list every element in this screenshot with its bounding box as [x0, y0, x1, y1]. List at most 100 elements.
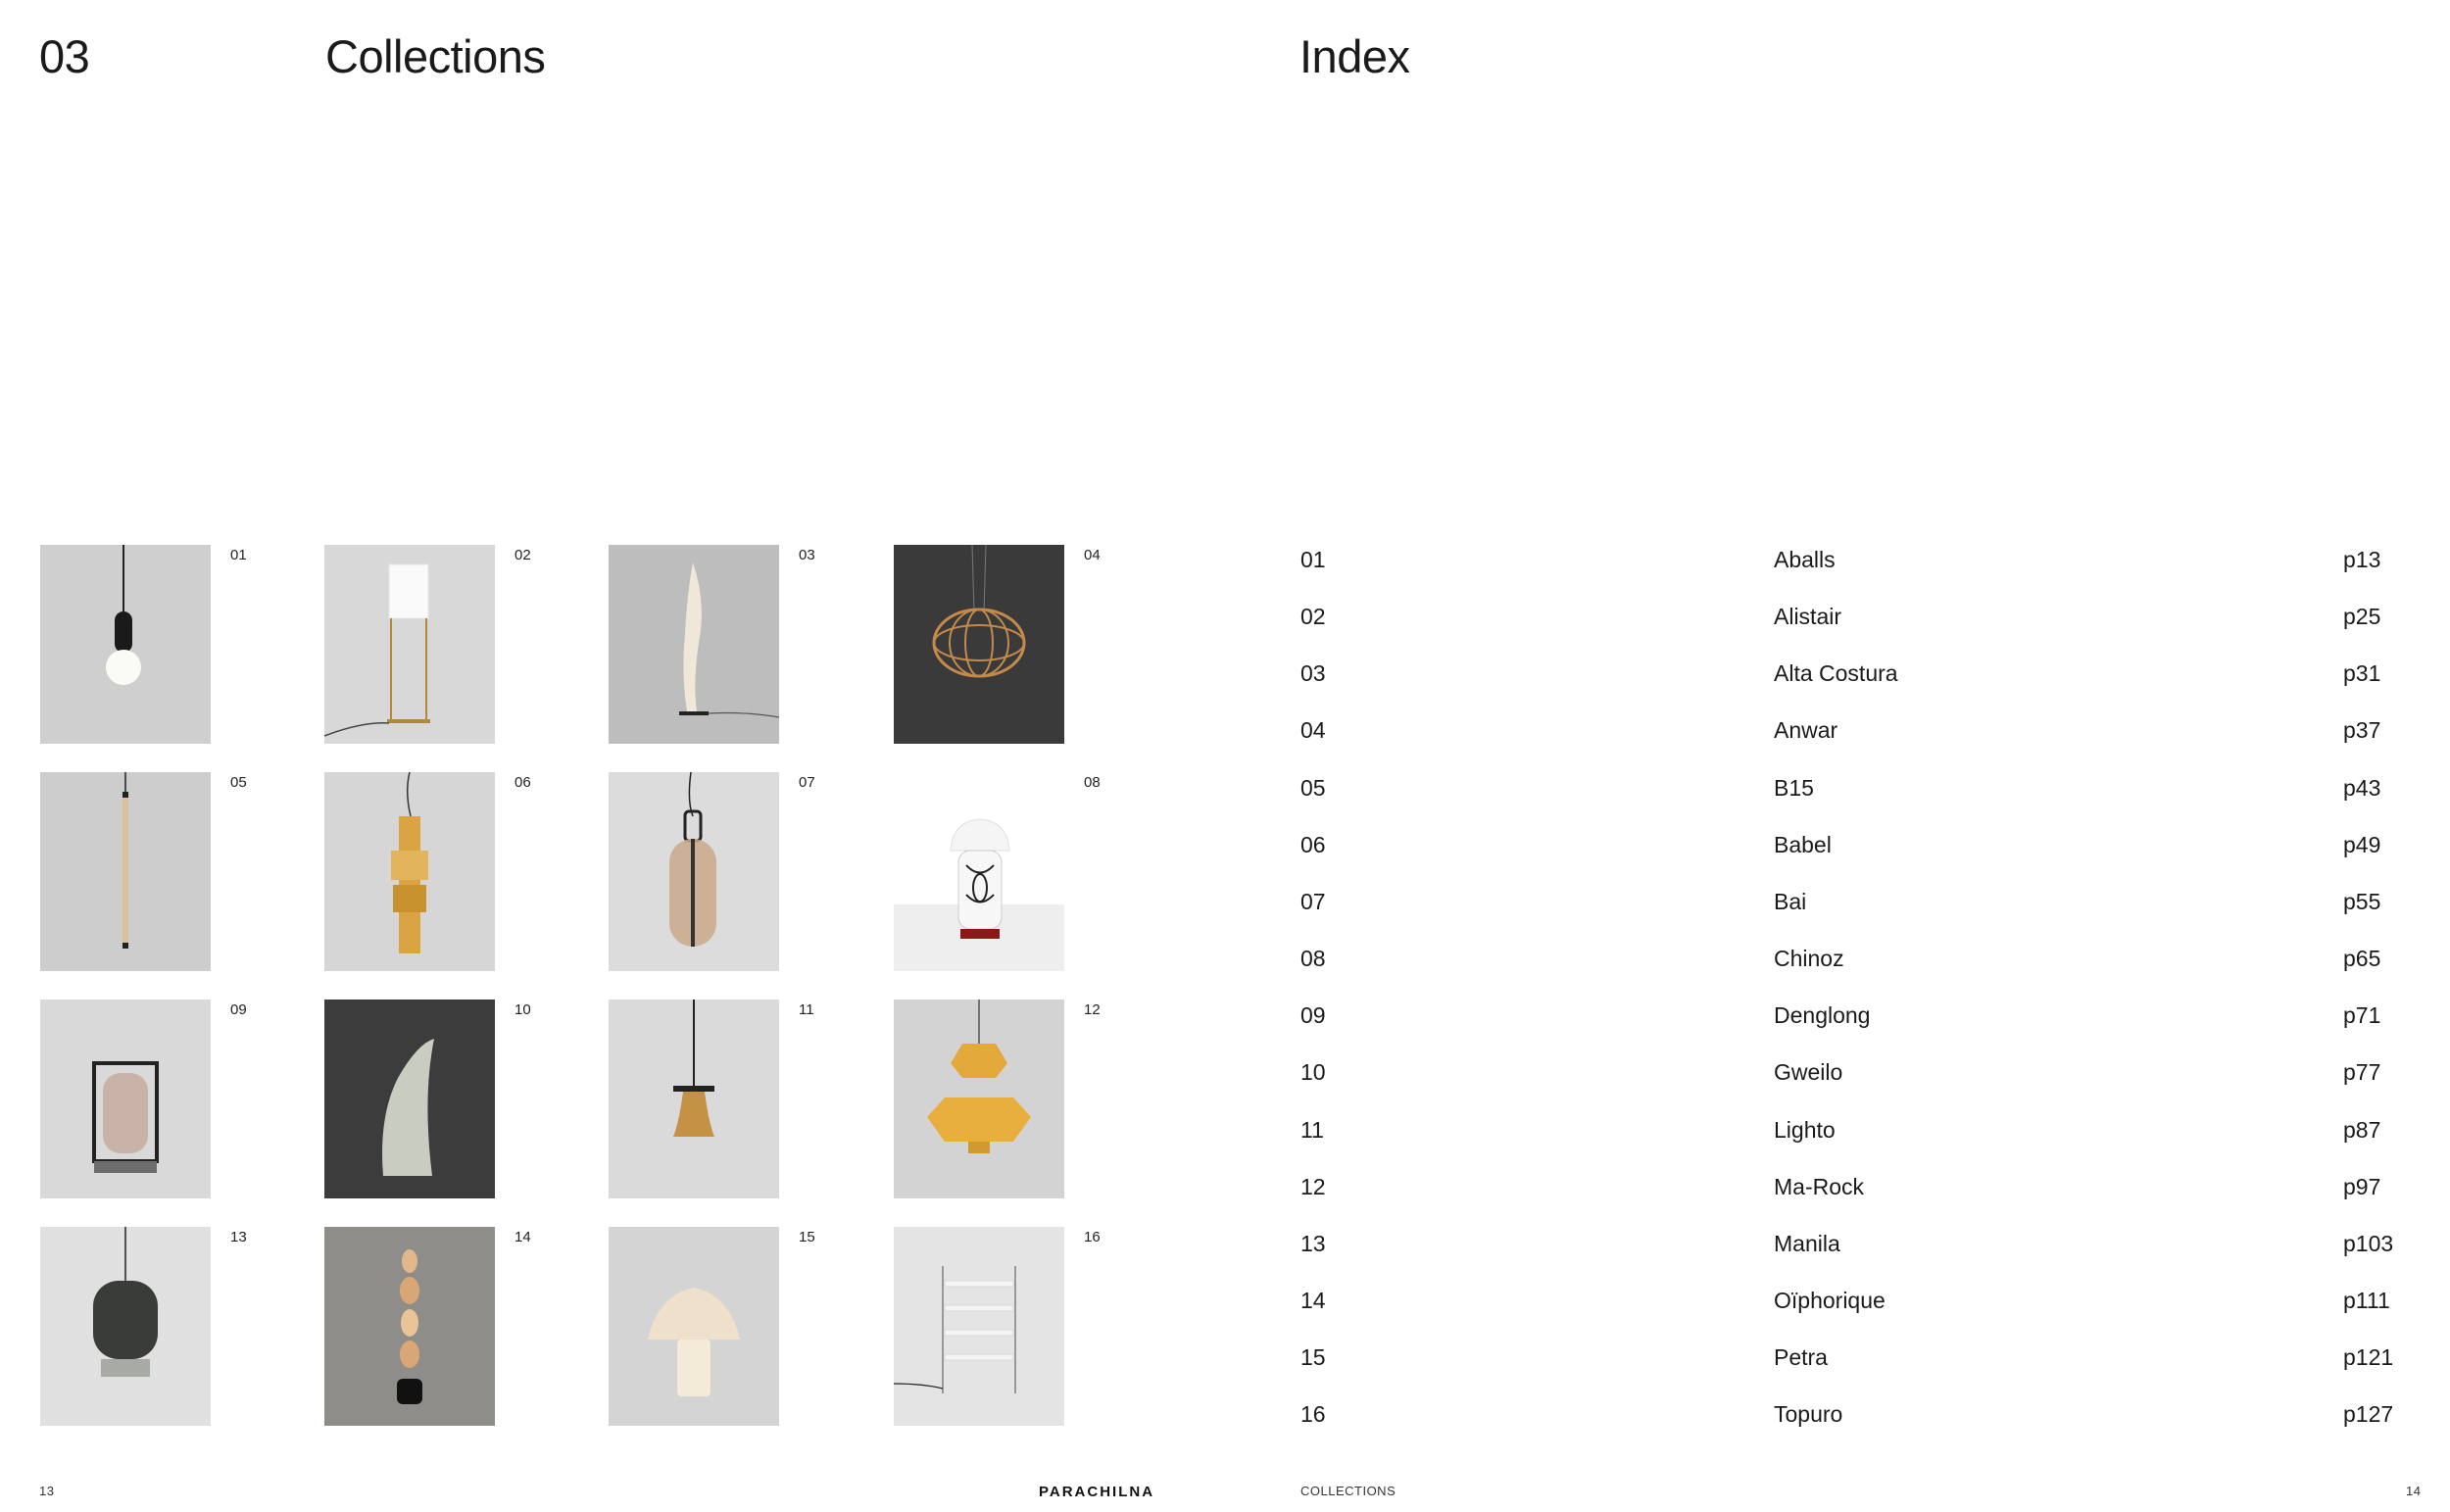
index-row[interactable]: 01 Aballs p13 — [1300, 540, 2423, 579]
index-name: Lighto — [1774, 1117, 1836, 1143]
thumbnail-number: 16 — [1084, 1229, 1101, 1245]
index-page: p71 — [2343, 1002, 2381, 1028]
index-number: 06 — [1300, 832, 1326, 857]
right-page-number: 14 — [2406, 1484, 2422, 1498]
thumbnail-ma-rock[interactable] — [894, 1000, 1064, 1198]
index-page: p49 — [2343, 832, 2381, 857]
thumbnail-number: 04 — [1084, 547, 1101, 563]
manila-lamp-image — [40, 1227, 211, 1426]
index-name: Topuro — [1774, 1401, 1843, 1427]
section-title: Collections — [325, 30, 546, 82]
thumbnail-number: 13 — [230, 1229, 247, 1245]
index-row[interactable]: 09 Denglong p71 — [1300, 996, 2423, 1035]
section-number: 03 — [39, 30, 90, 82]
index-name: Gweilo — [1774, 1059, 1843, 1085]
index-row[interactable]: 04 Anwar p37 — [1300, 710, 2423, 750]
thumbnail-gweilo[interactable] — [324, 1000, 495, 1198]
petra-lamp-image — [609, 1227, 779, 1426]
index-number: 05 — [1300, 775, 1326, 801]
index-number: 12 — [1300, 1174, 1326, 1199]
thumbnail-number: 02 — [514, 547, 531, 563]
index-row[interactable]: 10 Gweilo p77 — [1300, 1052, 2423, 1092]
index-number: 15 — [1300, 1344, 1326, 1370]
thumbnail-alistair[interactable] — [324, 545, 495, 744]
index-number: 03 — [1300, 660, 1326, 686]
index-number: 11 — [1300, 1117, 1324, 1143]
thumbnail-number: 08 — [1084, 774, 1101, 791]
thumbnail-aballs[interactable] — [40, 545, 211, 744]
index-page: p127 — [2343, 1401, 2394, 1427]
index-row[interactable]: 02 Alistair p25 — [1300, 597, 2423, 636]
aballs-lamp-image — [40, 545, 211, 744]
index-name: Chinoz — [1774, 946, 1844, 971]
index-row[interactable]: 08 Chinoz p65 — [1300, 939, 2423, 978]
index-row[interactable]: 12 Ma-Rock p97 — [1300, 1167, 2423, 1206]
index-name: Anwar — [1774, 717, 1838, 743]
thumbnail-chinoz[interactable] — [894, 772, 1064, 971]
index-number: 01 — [1300, 547, 1326, 572]
index-number: 07 — [1300, 889, 1326, 914]
brand-logo: PARACHILNA — [1039, 1484, 1155, 1500]
index-row[interactable]: 14 Oïphorique p111 — [1300, 1281, 2423, 1320]
index-row[interactable]: 16 Topuro p127 — [1300, 1394, 2423, 1434]
index-page: p121 — [2343, 1344, 2394, 1370]
thumbnail-petra[interactable] — [609, 1227, 779, 1426]
index-number: 14 — [1300, 1288, 1326, 1313]
thumbnail-lighto[interactable] — [609, 1000, 779, 1198]
lighto-lamp-image — [609, 1000, 779, 1198]
index-number: 13 — [1300, 1231, 1326, 1256]
index-name: B15 — [1774, 775, 1814, 801]
thumbnail-number: 10 — [514, 1001, 531, 1018]
thumbnail-number: 14 — [514, 1229, 531, 1245]
index-page: p31 — [2343, 660, 2381, 686]
index-page: p97 — [2343, 1174, 2381, 1199]
thumbnail-number: 07 — [799, 774, 815, 791]
thumbnail-denglong[interactable] — [40, 1000, 211, 1198]
thumbnail-bai[interactable] — [609, 772, 779, 971]
index-row[interactable]: 11 Lighto p87 — [1300, 1110, 2423, 1149]
ma-rock-lamp-image — [894, 1000, 1064, 1198]
index-name: Denglong — [1774, 1002, 1871, 1028]
oiphorique-lamp-image — [324, 1227, 495, 1426]
index-row[interactable]: 15 Petra p121 — [1300, 1338, 2423, 1377]
index-name: Alistair — [1774, 604, 1842, 629]
index-page: p77 — [2343, 1059, 2381, 1085]
gweilo-lamp-image — [324, 1000, 495, 1198]
thumbnail-number: 06 — [514, 774, 531, 791]
footer-section-label: COLLECTIONS — [1300, 1484, 1396, 1498]
thumbnail-babel[interactable] — [324, 772, 495, 971]
index-row[interactable]: 03 Alta Costura p31 — [1300, 654, 2423, 693]
index-page: p43 — [2343, 775, 2381, 801]
index-page: p111 — [2343, 1288, 2390, 1313]
thumbnail-anwar[interactable] — [894, 545, 1064, 744]
b15-lamp-image — [40, 772, 211, 971]
index-name: Manila — [1774, 1231, 1840, 1256]
index-row[interactable]: 06 Babel p49 — [1300, 825, 2423, 864]
index-page: p13 — [2343, 547, 2381, 572]
index-row[interactable]: 13 Manila p103 — [1300, 1224, 2423, 1263]
left-page-number: 13 — [39, 1484, 55, 1498]
index-number: 02 — [1300, 604, 1326, 629]
thumbnail-manila[interactable] — [40, 1227, 211, 1426]
thumbnail-topuro[interactable] — [894, 1227, 1064, 1426]
index-name: Petra — [1774, 1344, 1828, 1370]
thumbnail-alta-costura[interactable] — [609, 545, 779, 744]
index-row[interactable]: 07 Bai p55 — [1300, 882, 2423, 921]
alistair-lamp-image — [324, 545, 495, 744]
index-row[interactable]: 05 B15 p43 — [1300, 768, 2423, 807]
denglong-lamp-image — [40, 1000, 211, 1198]
thumbnail-oiphorique[interactable] — [324, 1227, 495, 1426]
index-name: Bai — [1774, 889, 1807, 914]
index-name: Aballs — [1774, 547, 1836, 572]
index-page: p87 — [2343, 1117, 2381, 1143]
thumbnail-number: 15 — [799, 1229, 815, 1245]
index-number: 08 — [1300, 946, 1326, 971]
thumbnail-b15[interactable] — [40, 772, 211, 971]
index-name: Babel — [1774, 832, 1832, 857]
index-number: 10 — [1300, 1059, 1326, 1085]
index-title: Index — [1299, 30, 1410, 82]
chinoz-lamp-image — [894, 772, 1064, 971]
index-name: Oïphorique — [1774, 1288, 1886, 1313]
thumbnail-number: 12 — [1084, 1001, 1101, 1018]
index-page: p25 — [2343, 604, 2381, 629]
